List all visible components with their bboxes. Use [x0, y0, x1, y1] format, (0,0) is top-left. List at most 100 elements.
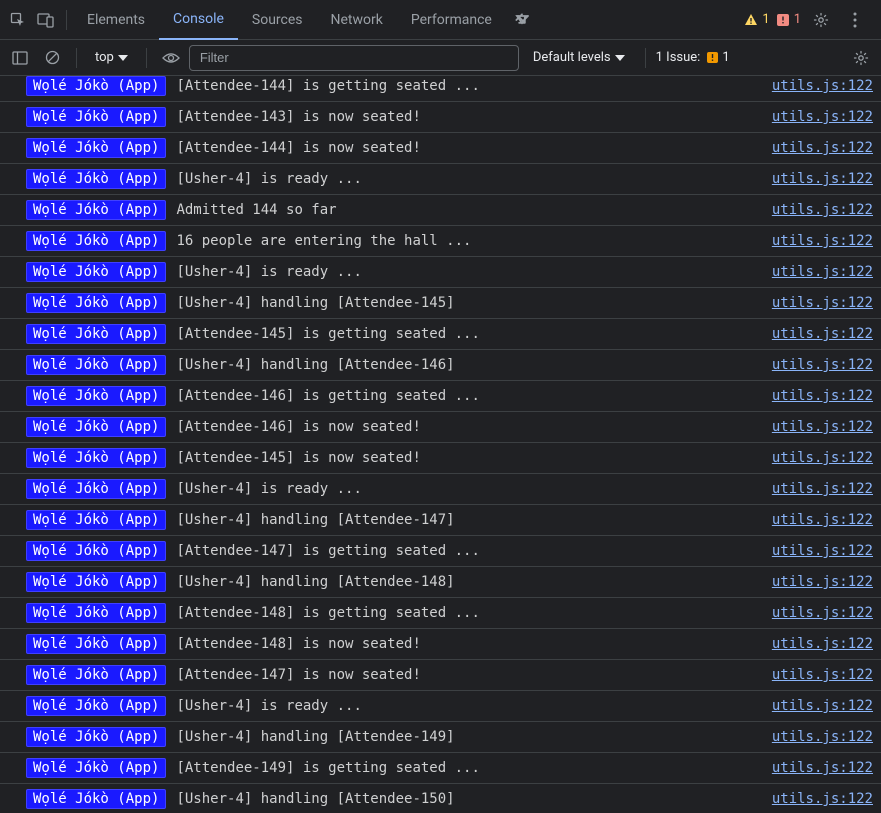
log-message: [Usher-4] handling [Attendee-149]: [176, 729, 771, 745]
tab-network[interactable]: Network: [317, 0, 397, 40]
log-source-link[interactable]: utils.js:122: [772, 109, 873, 125]
warnings-badge[interactable]: 1: [744, 12, 769, 27]
log-row: Wọlé Jókò (App) [Usher-4] handling [Atten…: [0, 784, 881, 813]
toggle-sidebar-icon[interactable]: [6, 44, 34, 72]
log-message: [Attendee-148] is now seated!: [176, 636, 771, 652]
tab-console[interactable]: Console: [159, 0, 238, 40]
log-source-link[interactable]: utils.js:122: [772, 636, 873, 652]
log-levels-selector[interactable]: Default levels: [523, 50, 635, 65]
log-row: Wọlé Jókò (App)[Attendee-147] is getting…: [0, 536, 881, 567]
console-settings-icon[interactable]: [847, 44, 875, 72]
log-app-badge: Wọlé Jókò (App): [26, 696, 166, 716]
log-row: Wọlé Jókò (App) [Usher-4] is ready ...uti…: [0, 691, 881, 722]
log-row: Wọlé Jókò (App)[Usher-4] handling [Atten…: [0, 350, 881, 381]
divider: [76, 48, 77, 68]
log-message: 16 people are entering the hall ...: [176, 233, 771, 249]
context-label: top: [95, 50, 114, 65]
log-source-link[interactable]: utils.js:122: [772, 171, 873, 187]
log-message: [Usher-4] is ready ...: [176, 481, 771, 497]
log-row: Wọlé Jókò (App)[Usher-4] handling [Atten…: [0, 505, 881, 536]
log-message: [Usher-4] handling [Attendee-148]: [176, 574, 771, 590]
log-row: Wọlé Jókò (App)[Usher-4] handling [Atten…: [0, 567, 881, 598]
log-row: Wọlé Jókò (App)[Attendee-145] is getting…: [0, 319, 881, 350]
log-source-link[interactable]: utils.js:122: [772, 791, 873, 807]
console-toolbar: top Default levels 1 Issue: 1: [0, 40, 881, 76]
log-app-badge: Wọlé Jókò (App): [26, 448, 166, 468]
context-selector[interactable]: top: [87, 50, 136, 65]
live-expression-icon[interactable]: [157, 52, 185, 64]
log-source-link[interactable]: utils.js:122: [772, 543, 873, 559]
log-source-link[interactable]: utils.js:122: [772, 264, 873, 280]
log-message: [Attendee-144] is now seated!: [176, 140, 771, 156]
log-message: [Attendee-149] is getting seated ...: [176, 760, 771, 776]
log-source-link[interactable]: utils.js:122: [772, 233, 873, 249]
log-row: Wọlé Jókò (App)[Usher-4] is ready ...uti…: [0, 474, 881, 505]
log-app-badge: Wọlé Jókò (App): [26, 417, 166, 437]
filter-input[interactable]: [189, 45, 519, 71]
log-message: [Usher-4] handling [Attendee-150]: [176, 791, 771, 807]
more-tabs-icon[interactable]: [506, 12, 538, 28]
log-source-link[interactable]: utils.js:122: [772, 357, 873, 373]
log-app-badge: Wọlé Jókò (App): [26, 262, 166, 282]
log-source-link[interactable]: utils.js:122: [772, 78, 873, 94]
log-message: [Attendee-148] is getting seated ...: [176, 605, 771, 621]
log-source-link[interactable]: utils.js:122: [772, 667, 873, 683]
log-source-link[interactable]: utils.js:122: [772, 202, 873, 218]
log-row: Wọlé Jókò (App)[Attendee-148] is getting…: [0, 598, 881, 629]
divider: [645, 48, 646, 68]
log-row: Wọlé Jókò (App)16 people are entering th…: [0, 226, 881, 257]
log-message: [Usher-4] handling [Attendee-147]: [176, 512, 771, 528]
log-app-badge: Wọlé Jókò (App): [26, 541, 166, 561]
log-message: [Attendee-145] is now seated!: [176, 450, 771, 466]
log-row: Wọlé Jókò (App)[Usher-4] handling [Atten…: [0, 722, 881, 753]
log-app-badge: Wọlé Jókò (App): [26, 138, 166, 158]
log-app-badge: Wọlé Jókò (App): [26, 169, 166, 189]
log-source-link[interactable]: utils.js:122: [772, 326, 873, 342]
chevron-down-icon: [615, 55, 625, 61]
issues-indicator[interactable]: 1 Issue: 1: [656, 50, 730, 65]
clear-console-icon[interactable]: [38, 44, 66, 72]
log-message: Admitted 144 so far: [176, 202, 771, 218]
divider: [66, 10, 67, 30]
log-app-badge: Wọlé Jókò (App): [26, 76, 166, 96]
log-source-link[interactable]: utils.js:122: [772, 419, 873, 435]
log-row: Wọlé Jókò (App) [Attendee-144] is getting…: [0, 76, 881, 102]
log-source-link[interactable]: utils.js:122: [772, 729, 873, 745]
log-source-link[interactable]: utils.js:122: [772, 295, 873, 311]
log-row: Wọlé Jókò (App) [Attendee-148] is now sea…: [0, 629, 881, 660]
log-app-badge: Wọlé Jókò (App): [26, 634, 166, 654]
inspect-element-icon[interactable]: [4, 6, 32, 34]
log-message: [Usher-4] handling [Attendee-146]: [176, 357, 771, 373]
divider: [146, 48, 147, 68]
settings-icon[interactable]: [807, 6, 835, 34]
log-message: [Attendee-146] is getting seated ...: [176, 388, 771, 404]
issues-text: 1 Issue:: [656, 50, 701, 65]
log-source-link[interactable]: utils.js:122: [772, 140, 873, 156]
log-source-link[interactable]: utils.js:122: [772, 760, 873, 776]
log-source-link[interactable]: utils.js:122: [772, 512, 873, 528]
tab-sources[interactable]: Sources: [238, 0, 317, 40]
log-source-link[interactable]: utils.js:122: [772, 481, 873, 497]
device-toolbar-icon[interactable]: [32, 6, 60, 34]
tab-elements[interactable]: Elements: [73, 0, 159, 40]
log-row: Wọlé Jókò (App) [Attendee-146] is getting…: [0, 381, 881, 412]
errors-badge[interactable]: 1: [776, 12, 801, 27]
log-app-badge: Wọlé Jókò (App): [26, 789, 166, 809]
log-source-link[interactable]: utils.js:122: [772, 574, 873, 590]
log-row: Wọlé Jókò (App)[Usher-4] is ready ...uti…: [0, 257, 881, 288]
log-app-badge: Wọlé Jókò (App): [26, 758, 166, 778]
console-log-area[interactable]: Wọlé Jókò (App) [Attendee-144] is getting…: [0, 76, 881, 813]
log-row: Wọlé Jókò (App)[Usher-4] handling [Atten…: [0, 288, 881, 319]
log-source-link[interactable]: utils.js:122: [772, 698, 873, 714]
log-source-link[interactable]: utils.js:122: [772, 605, 873, 621]
log-message: [Usher-4] is ready ...: [176, 698, 771, 714]
log-source-link[interactable]: utils.js:122: [772, 450, 873, 466]
kebab-menu-icon[interactable]: [841, 6, 869, 34]
log-app-badge: Wọlé Jókò (App): [26, 107, 166, 127]
log-app-badge: Wọlé Jókò (App): [26, 386, 166, 406]
log-source-link[interactable]: utils.js:122: [772, 388, 873, 404]
tab-performance[interactable]: Performance: [397, 0, 506, 40]
log-message: [Attendee-144] is getting seated ...: [176, 78, 771, 94]
log-app-badge: Wọlé Jókò (App): [26, 200, 166, 220]
log-message: [Attendee-147] is now seated!: [176, 667, 771, 683]
